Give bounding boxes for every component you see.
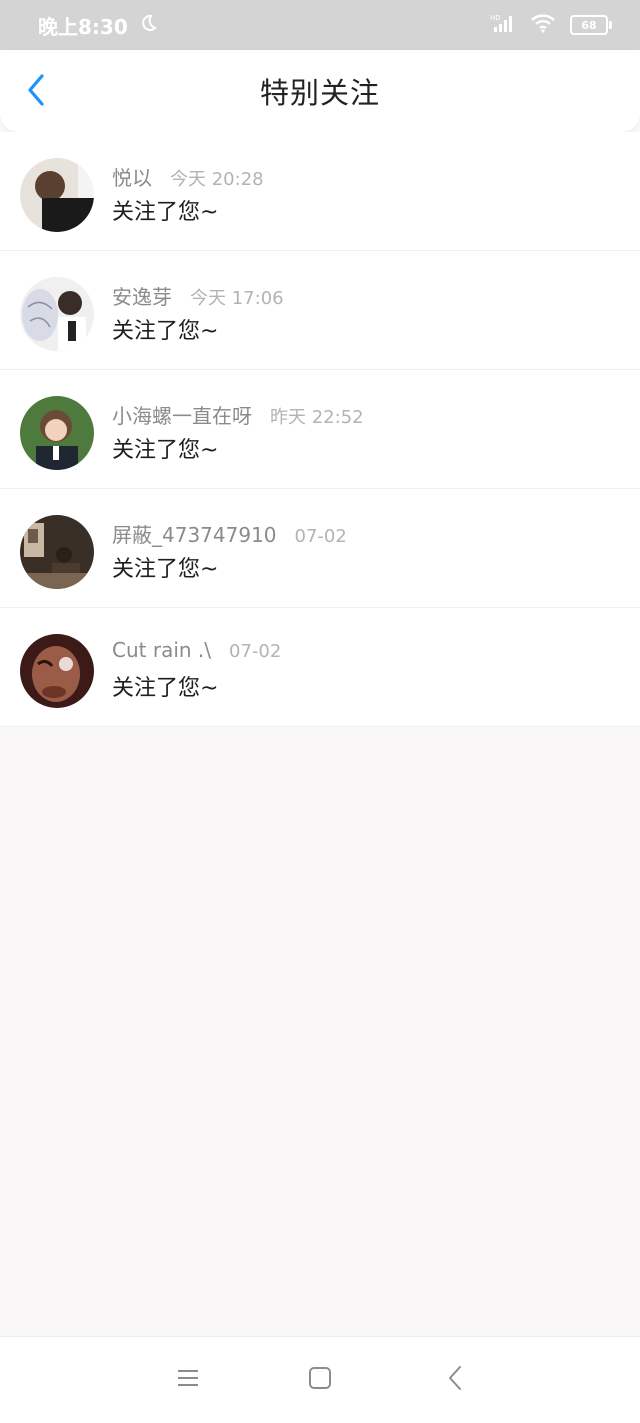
message-text: 关注了您~	[112, 200, 219, 225]
item-meta: 屏蔽_473747910 07-02	[112, 519, 347, 548]
wifi-icon	[530, 13, 556, 37]
signal-icon: HD	[490, 13, 516, 37]
item-meta: 小海螺一直在呀 昨天 22:52	[112, 400, 364, 429]
square-icon	[308, 1366, 332, 1394]
page-title: 特别关注	[259, 76, 380, 110]
notification-list: 悦以 今天 20:28 关注了您~ 安逸芽 今天 17:06 关注了您~ 小海螺…	[0, 132, 640, 727]
list-item[interactable]: 安逸芽 今天 17:06 关注了您~	[0, 251, 640, 370]
user-name[interactable]: 小海螺一直在呀	[112, 400, 252, 429]
menu-button[interactable]	[173, 1365, 203, 1395]
header-bar: 特别关注	[0, 50, 640, 132]
menu-icon	[176, 1367, 200, 1393]
user-name[interactable]: Cut rain .\	[112, 638, 211, 662]
avatar[interactable]	[20, 634, 94, 708]
system-nav-bar	[0, 1336, 640, 1423]
status-right: HD 68	[490, 13, 612, 37]
message-text: 关注了您~	[112, 438, 219, 463]
status-bar: 晚上8:30 HD 68	[0, 0, 640, 50]
chevron-left-icon	[447, 1365, 463, 1395]
timestamp: 07-02	[229, 641, 282, 662]
avatar[interactable]	[20, 396, 94, 470]
timestamp: 今天 17:06	[190, 288, 284, 309]
svg-text:HD: HD	[490, 14, 501, 22]
list-item[interactable]: 屏蔽_473747910 07-02 关注了您~	[0, 489, 640, 608]
list-item[interactable]: 小海螺一直在呀 昨天 22:52 关注了您~	[0, 370, 640, 489]
user-name[interactable]: 安逸芽	[112, 281, 172, 310]
avatar[interactable]	[20, 158, 94, 232]
user-name[interactable]: 屏蔽_473747910	[112, 519, 277, 548]
message-text: 关注了您~	[112, 319, 219, 344]
list-item[interactable]: Cut rain .\ 07-02 关注了您~	[0, 608, 640, 727]
home-button[interactable]	[305, 1365, 335, 1395]
avatar[interactable]	[20, 515, 94, 589]
item-meta: 悦以 今天 20:28	[112, 162, 264, 191]
user-name[interactable]: 悦以	[112, 162, 152, 191]
status-time: 晚上8:30	[38, 14, 128, 39]
battery-icon: 68	[570, 15, 612, 35]
timestamp: 今天 20:28	[170, 169, 264, 190]
message-text: 关注了您~	[112, 676, 219, 701]
list-item[interactable]: 悦以 今天 20:28 关注了您~	[0, 132, 640, 251]
timestamp: 昨天 22:52	[270, 407, 364, 428]
item-meta: 安逸芽 今天 17:06	[112, 281, 284, 310]
timestamp: 07-02	[294, 526, 347, 547]
system-back-button[interactable]	[440, 1365, 470, 1395]
moon-icon	[138, 13, 158, 38]
avatar[interactable]	[20, 277, 94, 351]
message-text: 关注了您~	[112, 557, 219, 582]
item-meta: Cut rain .\ 07-02	[112, 638, 281, 662]
battery-level: 68	[581, 18, 597, 32]
status-left: 晚上8:30	[38, 11, 158, 40]
